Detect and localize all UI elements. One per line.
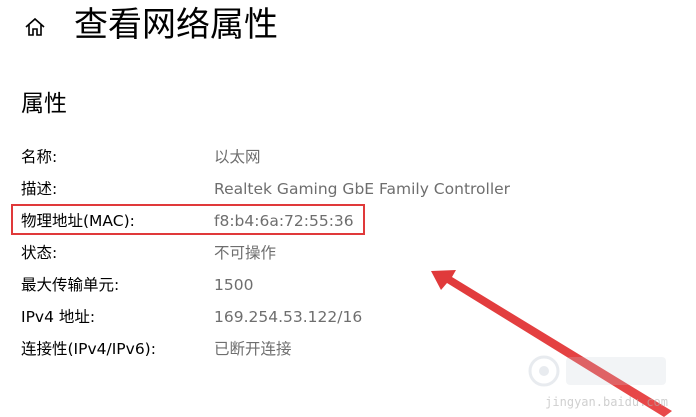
- property-value[interactable]: 以太网: [214, 141, 261, 173]
- property-label: 描述:: [21, 180, 58, 198]
- property-value[interactable]: 1500: [214, 269, 253, 301]
- home-button[interactable]: [20, 14, 50, 40]
- section-title: 属性: [21, 91, 67, 117]
- property-value[interactable]: 169.254.53.122/16: [214, 301, 362, 333]
- property-label: 状态:: [21, 244, 58, 262]
- mac-highlight-box: [11, 204, 365, 235]
- home-icon: [25, 17, 45, 36]
- property-label: 最大传输单元:: [21, 276, 120, 294]
- property-row-name: 名称: 以太网: [0, 141, 696, 173]
- property-label: 连接性(IPv4/IPv6):: [21, 340, 156, 358]
- property-row-ipv4: IPv4 地址: 169.254.53.122/16: [0, 301, 696, 333]
- property-value[interactable]: Realtek Gaming GbE Family Controller: [214, 173, 510, 205]
- property-label: IPv4 地址:: [21, 308, 96, 326]
- watermark-url: jingyan.baidu.com: [545, 395, 668, 409]
- property-row-status: 状态: 不可操作: [0, 237, 696, 269]
- property-value[interactable]: 已断开连接: [214, 333, 292, 365]
- property-value[interactable]: 不可操作: [214, 237, 276, 269]
- watermark-logo: [528, 355, 666, 387]
- property-row-description: 描述: Realtek Gaming GbE Family Controller: [0, 173, 696, 205]
- property-row-mtu: 最大传输单元: 1500: [0, 269, 696, 301]
- page-title: 查看网络属性: [74, 5, 278, 45]
- property-label: 名称:: [21, 148, 58, 166]
- properties-list: 名称: 以太网 描述: Realtek Gaming GbE Family Co…: [0, 141, 696, 365]
